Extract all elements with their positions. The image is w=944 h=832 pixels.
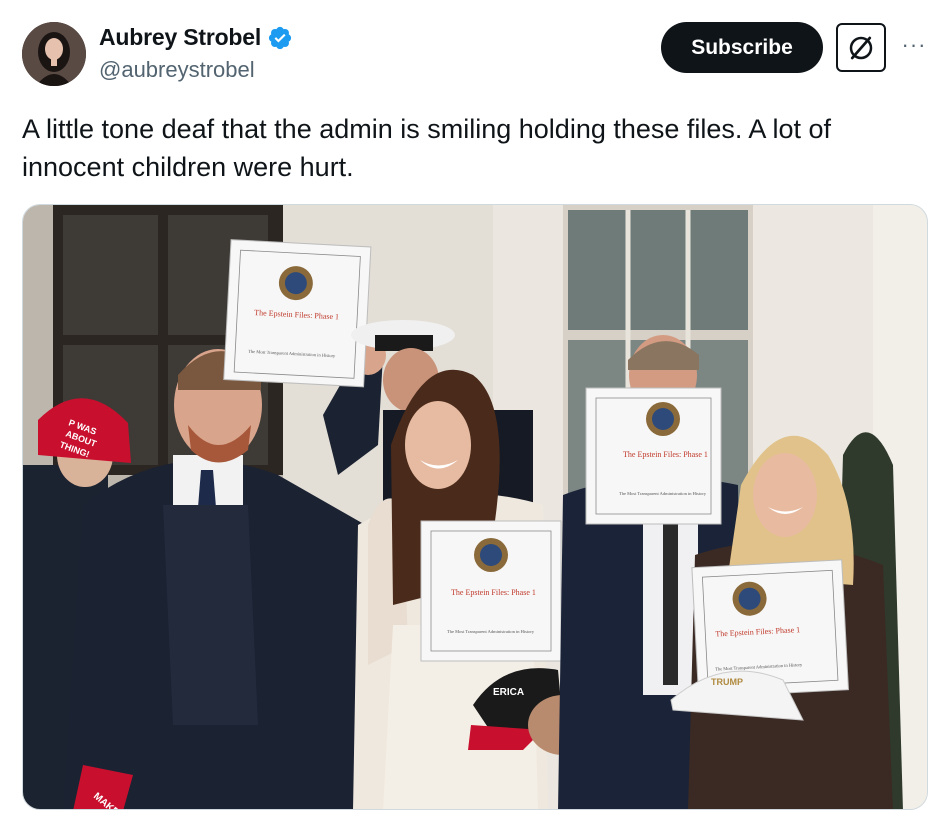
- grok-icon: [849, 36, 873, 59]
- post-text: A little tone deaf that the admin is smi…: [22, 114, 831, 182]
- binder-subtitle-3: The Most Transparent Administration in H…: [619, 491, 707, 496]
- avatar[interactable]: [22, 22, 86, 86]
- grok-button[interactable]: [836, 23, 886, 72]
- hat-text-6: TRUMP: [711, 677, 743, 687]
- post-card: Aubrey Strobel @aubreystrobel Subscribe …: [0, 0, 944, 832]
- subscribe-button[interactable]: Subscribe: [661, 22, 823, 73]
- more-icon[interactable]: ···: [898, 30, 930, 60]
- binder-subtitle-2: The Most Transparent Administration in H…: [447, 629, 535, 634]
- hat-text-5: ERICA: [493, 687, 524, 698]
- author-name-row: Aubrey Strobel: [99, 24, 293, 51]
- verified-badge-icon: [267, 25, 293, 51]
- author-handle[interactable]: @aubreystrobel: [99, 57, 255, 83]
- binder-title-3: The Epstein Files: Phase 1: [623, 450, 708, 459]
- author-display-name[interactable]: Aubrey Strobel: [99, 24, 261, 51]
- binder-title-2: The Epstein Files: Phase 1: [451, 588, 536, 597]
- post-photo[interactable]: P WAS ABOUT THING! MAKE The Epstein File…: [22, 204, 928, 810]
